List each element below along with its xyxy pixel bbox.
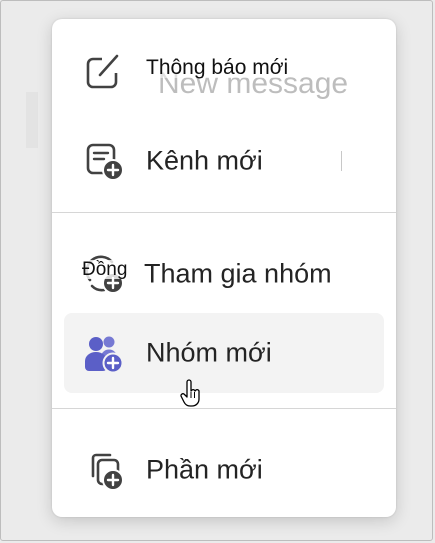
menu-item-new-message[interactable]: New message Thông báo mới <box>64 31 384 111</box>
menu-item-label: Phần mới <box>146 454 263 485</box>
menu-item-label: Thông báo mới <box>146 56 289 79</box>
menu-item-new-section[interactable]: Phần mới <box>64 430 384 510</box>
menu-item-new-channel[interactable]: Kênh mới <box>64 121 384 201</box>
menu-item-new-team[interactable]: Nhóm mới <box>64 313 384 393</box>
new-item-menu: New message Thông báo mới Kênh mới Đồng … <box>52 19 396 517</box>
menu-item-join-team[interactable]: Đồng Tham gia nhóm <box>64 234 384 314</box>
people-add-icon <box>85 336 124 373</box>
hand-pointer-icon <box>180 379 200 407</box>
separator-tick <box>341 151 342 171</box>
compose-icon <box>86 53 120 89</box>
icon-overlay-label: Đồng <box>82 259 128 280</box>
menu-item-label: Kênh mới <box>146 145 263 176</box>
background-panel <box>26 92 38 148</box>
menu-divider <box>52 212 396 213</box>
menu-divider <box>52 408 396 409</box>
menu-item-label: Tham gia nhóm <box>144 258 332 289</box>
menu-item-label: Nhóm mới <box>146 337 272 368</box>
section-add-icon <box>91 453 124 490</box>
channel-add-icon <box>86 143 124 181</box>
